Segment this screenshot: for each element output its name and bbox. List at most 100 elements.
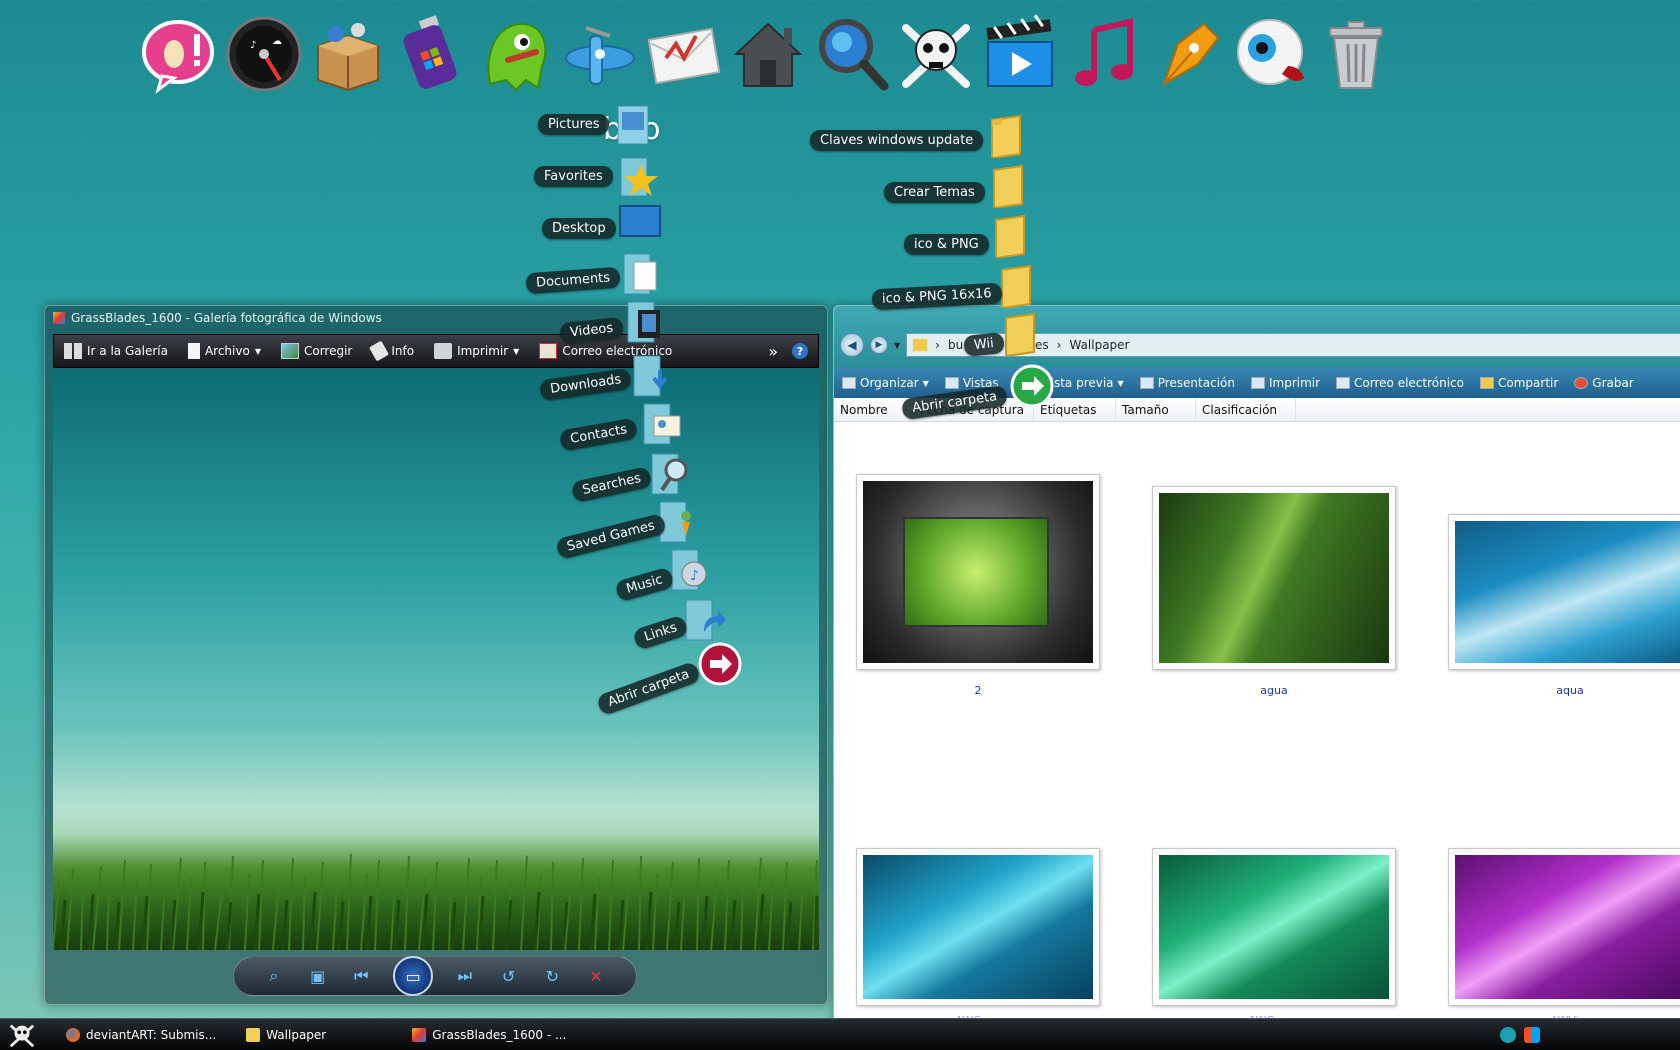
music-folder-icon[interactable]: ♪ bbox=[668, 548, 712, 592]
svg-text:♪: ♪ bbox=[250, 40, 256, 51]
breadcrumb-part[interactable]: bu bbox=[948, 338, 963, 352]
thumbnail-image bbox=[1159, 855, 1389, 999]
favorites-star-icon[interactable] bbox=[615, 154, 659, 198]
eyeball-icon[interactable] bbox=[1232, 14, 1312, 94]
green-monster-icon[interactable] bbox=[476, 14, 556, 94]
windows-bottle-icon[interactable] bbox=[392, 14, 472, 94]
column-size[interactable]: Tamaño bbox=[1116, 397, 1196, 422]
pen-nib-icon[interactable] bbox=[1148, 14, 1228, 94]
mail-envelope-icon[interactable] bbox=[644, 14, 724, 94]
clapperboard-icon[interactable] bbox=[980, 14, 1060, 94]
goto-gallery-button[interactable]: Ir a la Galería bbox=[64, 343, 168, 359]
gallery-controls-bar: ⌕ ▣ ⏮ ▭ ⏭ ↺ ↻ ✕ bbox=[233, 956, 637, 996]
thumbnail-item[interactable] bbox=[856, 848, 1100, 1006]
info-button[interactable]: Info bbox=[369, 340, 414, 362]
email-command[interactable]: Correo electrónico bbox=[1336, 376, 1464, 390]
forward-button[interactable]: ▶ bbox=[870, 336, 888, 354]
open-folder-arrow-icon[interactable] bbox=[1010, 364, 1054, 408]
organize-button[interactable]: Organizar ▼ bbox=[842, 376, 929, 390]
taskbar-item-wallpaper[interactable]: Wallpaper bbox=[238, 1022, 334, 1048]
package-box-icon[interactable] bbox=[308, 14, 388, 94]
home-icon[interactable] bbox=[728, 14, 808, 94]
stack-item-documents[interactable]: Documents bbox=[525, 266, 621, 295]
pictures-folder-icon[interactable] bbox=[612, 102, 656, 146]
explorer-window[interactable]: ◀ ▶ ▼ › bu › enes › Wallpaper Organizar▼… bbox=[833, 305, 1680, 1025]
downloads-arrow-icon[interactable] bbox=[630, 354, 674, 398]
thumbnail-label[interactable]: 2 bbox=[856, 684, 1100, 697]
trash-can-icon[interactable] bbox=[1316, 14, 1396, 94]
share-command[interactable]: Compartir bbox=[1480, 376, 1558, 390]
delete-button[interactable]: ✕ bbox=[584, 964, 608, 988]
thumbnail-image bbox=[863, 481, 1093, 663]
column-rating[interactable]: Clasificación bbox=[1196, 397, 1296, 422]
tray-network-icon[interactable] bbox=[1500, 1027, 1516, 1043]
help-button[interactable]: ? bbox=[792, 343, 808, 359]
next-button[interactable]: ⏭ bbox=[453, 964, 477, 988]
thumbnail-item[interactable] bbox=[1152, 486, 1396, 670]
folder-icon[interactable] bbox=[986, 114, 1026, 160]
taskbar-item-gallery[interactable]: GrassBlades_1600 - ... bbox=[404, 1022, 574, 1048]
tray-windows-icon[interactable] bbox=[1524, 1027, 1540, 1043]
chevron-down-icon: ▼ bbox=[1117, 378, 1124, 388]
music-note-icon[interactable] bbox=[1064, 14, 1144, 94]
open-folder-arrow-icon[interactable] bbox=[698, 642, 742, 686]
stack-item-favorites[interactable]: Favorites bbox=[534, 166, 613, 187]
thumbnail-item[interactable] bbox=[1448, 514, 1680, 670]
printer-icon bbox=[1250, 377, 1265, 389]
stack-item-ico-png[interactable]: ico & PNG bbox=[904, 234, 989, 255]
print-menu-button[interactable]: Imprimir ▼ bbox=[434, 343, 519, 359]
fit-window-button[interactable]: ▣ bbox=[306, 964, 330, 988]
folder-icon[interactable] bbox=[988, 164, 1028, 210]
skull-crossbones-icon[interactable] bbox=[896, 14, 976, 94]
stack-item-windows-update-keys[interactable]: Claves windows update bbox=[810, 130, 984, 151]
fit-window-icon: ▣ bbox=[310, 966, 326, 986]
adium-icon[interactable] bbox=[140, 14, 220, 94]
thumbnail-item[interactable] bbox=[1448, 848, 1680, 1006]
thumbnail-label[interactable]: agua bbox=[1152, 684, 1396, 697]
folder-icon[interactable] bbox=[996, 264, 1036, 310]
thumbnail-label[interactable]: aqua bbox=[1448, 684, 1680, 697]
dashboard-gauge-icon[interactable]: ♪ ☁ bbox=[224, 14, 304, 94]
slideshow-button[interactable]: ▭ bbox=[393, 956, 434, 996]
back-button[interactable]: ◀ bbox=[840, 333, 864, 357]
stack-item-create-themes[interactable]: Crear Temas bbox=[884, 182, 985, 203]
recent-pages-icon[interactable]: ▼ bbox=[894, 341, 900, 350]
thumbnail-image bbox=[863, 855, 1093, 999]
burn-command[interactable]: Grabar bbox=[1574, 376, 1634, 390]
thumbnail-item[interactable] bbox=[1152, 848, 1396, 1006]
print-command[interactable]: Imprimir bbox=[1250, 376, 1320, 390]
rotate-left-button[interactable]: ↺ bbox=[497, 964, 521, 988]
preview-button[interactable]: Vista previa ▼ bbox=[1043, 376, 1124, 390]
slideshow-icon bbox=[1139, 377, 1154, 389]
documents-icon[interactable] bbox=[620, 252, 664, 296]
breadcrumb-current[interactable]: Wallpaper bbox=[1069, 338, 1129, 352]
rotate-right-button[interactable]: ↻ bbox=[540, 964, 564, 988]
gallery-title: GrassBlades_1600 - Galería fotográfica d… bbox=[71, 311, 382, 325]
searches-magnifier-icon[interactable] bbox=[648, 452, 692, 496]
links-arrow-icon[interactable] bbox=[682, 598, 726, 642]
fix-photo-icon bbox=[280, 343, 299, 359]
stack-item-desktop[interactable]: Desktop bbox=[542, 218, 616, 239]
views-icon bbox=[944, 377, 959, 389]
slideshow-command[interactable]: Presentación bbox=[1139, 376, 1235, 390]
videos-filmstrip-icon[interactable] bbox=[624, 300, 668, 344]
grass-image bbox=[53, 853, 819, 950]
start-button[interactable] bbox=[0, 1019, 44, 1050]
thumbnail-item[interactable] bbox=[856, 474, 1100, 670]
chevron-down-icon: ▼ bbox=[513, 346, 520, 356]
zoom-button[interactable]: ⌕ bbox=[262, 964, 286, 988]
dock: ♪ ☁ bbox=[140, 8, 1520, 103]
chevron-down-icon: ▼ bbox=[254, 346, 261, 356]
file-menu-button[interactable]: Archivo ▼ bbox=[187, 343, 261, 359]
contacts-icon[interactable] bbox=[640, 402, 684, 446]
stack-item-pictures[interactable]: Pictures bbox=[538, 114, 610, 135]
fix-button[interactable]: Corregir bbox=[280, 343, 352, 359]
previous-button[interactable]: ⏮ bbox=[349, 964, 373, 988]
magnifier-icon[interactable] bbox=[812, 14, 892, 94]
taskbar-item-deviantart[interactable]: deviantART: Submis... bbox=[58, 1022, 224, 1048]
more-commands-button[interactable]: » bbox=[768, 342, 778, 361]
desktop-monitor-icon[interactable] bbox=[618, 200, 662, 244]
folder-icon[interactable] bbox=[1000, 312, 1040, 358]
blue-plane-icon[interactable] bbox=[560, 14, 640, 94]
folder-icon[interactable] bbox=[990, 214, 1030, 260]
